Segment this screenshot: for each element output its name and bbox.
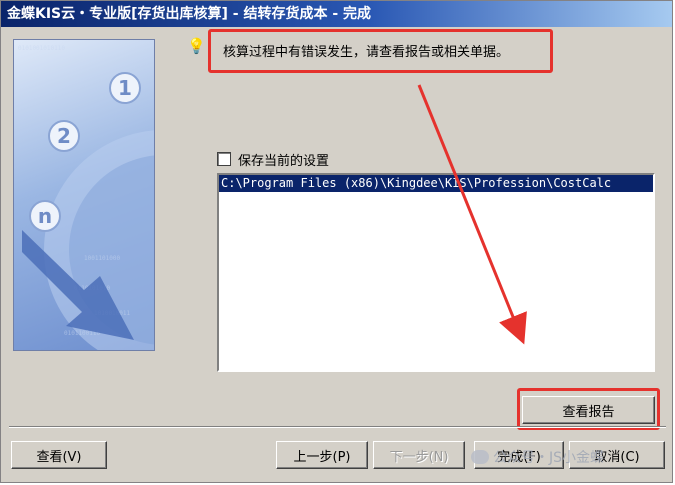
svg-text:n: n <box>38 204 52 228</box>
report-list-item[interactable]: C:\Program Files (x86)\Kingdee\KIS\Profe… <box>219 175 653 192</box>
report-listbox[interactable]: C:\Program Files (x86)\Kingdee\KIS\Profe… <box>217 173 655 372</box>
svg-text:2: 2 <box>57 124 71 148</box>
view-button[interactable]: 查看(V) <box>11 441 107 469</box>
watermark: 公众号・JS小金蝶 <box>471 447 604 467</box>
view-report-button[interactable]: 查看报告 <box>522 396 655 424</box>
title-bar: 金蝶KIS云・专业版[存货出库核算] - 结转存货成本 - 完成 <box>1 1 672 27</box>
wizard-window: 金蝶KIS云・专业版[存货出库核算] - 结转存货成本 - 完成 0101001… <box>0 0 673 483</box>
wizard-banner: 0101001010110 1001101000 0110101010 1010… <box>13 39 155 351</box>
footer-separator <box>9 426 666 428</box>
error-hint-message: 核算过程中有错误发生，请查看报告或相关单据。 <box>223 45 510 60</box>
svg-text:0101001010110: 0101001010110 <box>18 45 65 52</box>
next-step-button: 下一步(N) <box>373 441 465 469</box>
watermark-text: 公众号・JS小金蝶 <box>493 450 605 466</box>
save-settings-row[interactable]: 保存当前的设置 <box>217 150 330 169</box>
step-badge-1: 1 <box>109 72 141 104</box>
save-settings-checkbox[interactable] <box>217 152 231 166</box>
wizard-banner-art: 0101001010110 1001101000 0110101010 1010… <box>18 45 154 350</box>
wechat-logo-icon <box>471 450 489 464</box>
prev-step-button[interactable]: 上一步(P) <box>276 441 368 469</box>
step-badge-2: 2 <box>48 120 80 152</box>
save-settings-label: 保存当前的设置 <box>238 153 330 169</box>
lightbulb-icon: 💡 <box>187 37 206 55</box>
svg-text:1: 1 <box>118 76 132 100</box>
svg-text:1001101000: 1001101000 <box>84 255 121 262</box>
step-badge-n: n <box>29 200 61 232</box>
